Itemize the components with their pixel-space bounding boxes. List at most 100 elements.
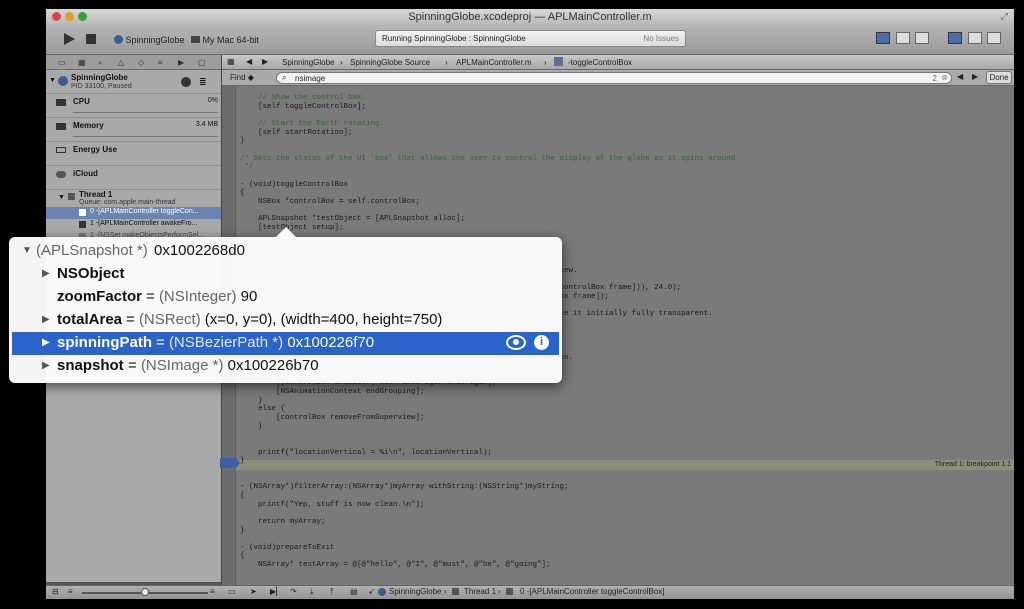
jump-crumb[interactable]: SpinningGlobe xyxy=(282,58,334,67)
continue-icon[interactable]: ▶▏ xyxy=(270,587,282,596)
gauge-options-icon[interactable]: ≣ xyxy=(199,77,207,88)
assistant-editor-icon[interactable] xyxy=(895,32,910,44)
forward-icon[interactable]: ▶ xyxy=(262,57,268,66)
gauge-memory[interactable]: Memory 3.4 MB xyxy=(46,117,221,141)
step-over-icon[interactable]: ↷ xyxy=(290,587,297,596)
list-icon[interactable]: ≡ xyxy=(68,587,73,596)
code-line: - (void)toggleControlBox xyxy=(240,180,349,189)
log-icon[interactable]: ▢ xyxy=(198,58,206,67)
variable-row[interactable]: ▶ totalArea = (NSRect) (x=0, y=0), (width=… xyxy=(9,309,562,332)
run-button[interactable] xyxy=(62,32,76,46)
gauge-icloud[interactable]: iCloud xyxy=(46,165,221,189)
back-icon[interactable]: ◀ xyxy=(246,57,252,66)
debug-bar: ⊟ ≡ ≡ ▭ ➤ ▶▏ ↷ ⤓ ⤒ ▤ ➶ SpinningGlobe › T… xyxy=(46,585,1014,599)
scheme-selector[interactable]: SpinningGlobe xyxy=(114,35,185,45)
filter-icon[interactable]: ⊟ xyxy=(52,587,59,596)
view-debugger-icon[interactable]: ▤ xyxy=(350,587,358,596)
related-items-icon[interactable]: ▦ xyxy=(227,57,235,66)
variable-detail: = (NSImage *) 0x100226b70 xyxy=(128,357,319,374)
search-icon[interactable]: ⌕ xyxy=(98,58,102,68)
gauge-energy[interactable]: Energy Use xyxy=(46,141,221,165)
warning-icon[interactable]: △ xyxy=(118,58,124,67)
title-bar: SpinningGlobe.xcodeproj — APLMainControl… xyxy=(46,9,1014,25)
breakpoint-marker[interactable] xyxy=(220,458,240,468)
find-field[interactable]: ⌕ nsimage 2 ⊗ xyxy=(276,72,952,84)
step-in-icon[interactable]: ⤓ xyxy=(310,587,314,597)
standard-editor-icon[interactable] xyxy=(876,32,890,44)
code-line: printf("locationVertical = %i\n", locati… xyxy=(240,448,493,457)
disclosure-expanded-icon[interactable]: ▼ xyxy=(22,245,32,256)
disclosure-icon[interactable]: ▶ xyxy=(42,268,50,279)
disclosure-icon[interactable]: ▶ xyxy=(42,337,50,348)
fullscreen-icon[interactable]: ⤢ xyxy=(1001,11,1008,22)
user-code-icon xyxy=(506,588,513,595)
globe-icon xyxy=(378,588,386,596)
code-line: } xyxy=(240,422,263,431)
test-icon[interactable]: ◇ xyxy=(138,58,144,67)
equals-sign: = xyxy=(126,311,135,328)
breakpoints-toggle-icon[interactable]: ➤ xyxy=(250,587,257,596)
breakpoint-icon[interactable]: ▶ xyxy=(178,58,184,67)
utilities-toggle-icon[interactable] xyxy=(987,32,1002,44)
breakpoint-label: Thread 1: breakpoint 1.1 xyxy=(934,461,1011,468)
globe-icon xyxy=(114,35,123,44)
disclosure-icon[interactable]: ▶ xyxy=(42,360,50,371)
jump-crumb[interactable]: APLMainController.m xyxy=(456,58,532,67)
stack-frame-row[interactable]: 1 -[APLMainController awakeFro... xyxy=(46,219,221,231)
gauge-cpu[interactable]: CPU 0% xyxy=(46,93,221,117)
variable-row[interactable]: ▶ snapshot = (NSImage *) 0x100226b70 xyxy=(9,355,562,378)
jump-crumb[interactable]: -toggleControlBox xyxy=(568,58,632,67)
cpu-icon xyxy=(56,99,66,106)
mac-icon xyxy=(191,36,200,43)
debug-crumb[interactable]: SpinningGlobe xyxy=(389,587,441,596)
chevron-right-icon: › xyxy=(498,587,501,596)
method-icon xyxy=(554,57,563,66)
jump-crumb[interactable]: SpinningGlobe Source xyxy=(350,58,430,67)
popover-header-row[interactable]: ▼ (APLSnapshot *) 0x1002268d0 xyxy=(9,240,562,263)
activity-status: Running SpinningGlobe : SpinningGlobe No… xyxy=(375,30,686,47)
stack-frame-row[interactable]: 0 -[APLMainController toggleCon... xyxy=(46,207,221,219)
clear-icon[interactable]: ⊗ xyxy=(941,73,948,82)
thread-row[interactable]: ▼ Thread 1 Queue: com.apple.main-thread xyxy=(46,189,221,207)
disclosure-icon[interactable]: ▼ xyxy=(49,77,56,84)
equals-sign: = xyxy=(146,288,155,305)
done-button[interactable]: Done xyxy=(986,71,1012,84)
debug-crumb[interactable]: 0 -[APLMainController toggleControlBox] xyxy=(520,587,665,596)
step-out-icon[interactable]: ⤒ xyxy=(330,587,334,597)
debug-area-toggle-icon[interactable] xyxy=(967,32,982,44)
code-line: } xyxy=(240,137,245,146)
disclosure-icon[interactable]: ▶ xyxy=(42,314,50,325)
code-line: APLSnapshot *testObject = [APLSnapshot a… xyxy=(240,215,466,224)
symbol-icon[interactable]: ▦ xyxy=(78,58,86,67)
code-line: } xyxy=(240,457,245,466)
variable-row[interactable]: ▶ spinningPath = (NSBezierPath *) 0x100226… xyxy=(12,332,559,355)
process-row[interactable]: ▼ SpinningGlobe PID 33100, Paused ≣ xyxy=(46,72,221,92)
code-line: { xyxy=(240,491,245,500)
location-icon[interactable]: ➶ xyxy=(368,587,375,596)
navigator-toggle-icon[interactable] xyxy=(948,32,962,44)
debug-crumb[interactable]: Thread 1 xyxy=(464,587,496,596)
disclosure-icon[interactable]: ▼ xyxy=(58,194,65,201)
info-icon[interactable]: i xyxy=(534,335,549,350)
variable-detail: = (NSRect) (x=0, y=0), (width=400, heigh… xyxy=(126,311,443,328)
stop-button[interactable] xyxy=(84,32,98,46)
slider-thumb[interactable] xyxy=(141,588,149,596)
folder-icon[interactable]: ▭ xyxy=(58,58,66,67)
info-icon[interactable] xyxy=(181,77,191,87)
variable-row[interactable]: zoomFactor = (NSInteger) 90 xyxy=(9,286,562,309)
find-mode-menu[interactable]: Find ◆ xyxy=(230,73,254,82)
list-icon[interactable]: ≡ xyxy=(210,587,215,596)
search-icon: ⌕ xyxy=(282,73,287,82)
destination-selector[interactable]: My Mac 64-bit xyxy=(191,35,259,45)
user-code-icon xyxy=(79,221,86,228)
quick-look-eye-icon[interactable] xyxy=(506,335,526,350)
version-editor-icon[interactable] xyxy=(915,32,930,44)
hide-debug-area-icon[interactable]: ▭ xyxy=(228,587,236,596)
next-match-button[interactable]: ▶ xyxy=(972,72,978,81)
battery-icon xyxy=(56,147,66,153)
previous-match-button[interactable]: ◀ xyxy=(957,72,963,81)
variable-row[interactable]: ▶ NSObject xyxy=(9,263,562,286)
code-line: else { xyxy=(240,405,286,414)
code-line: } xyxy=(240,396,263,405)
debug-icon[interactable]: ≡ xyxy=(158,58,163,67)
